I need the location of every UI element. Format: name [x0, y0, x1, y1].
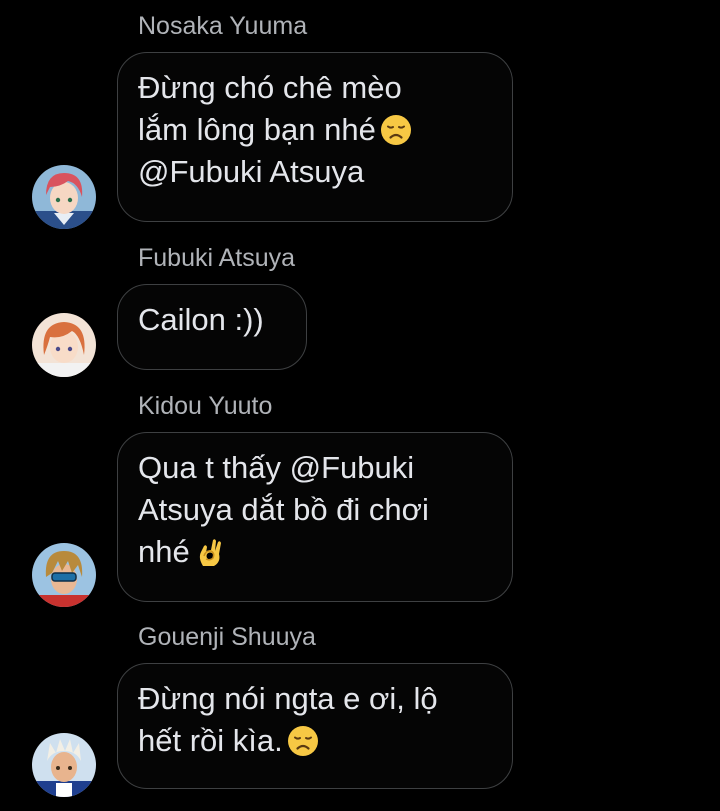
message-line: hết rồi kìa. — [138, 723, 283, 758]
message-line: Cailon :)) — [138, 302, 264, 337]
anime-white-hair-avatar-icon[interactable] — [32, 733, 96, 797]
message-line: Đừng nói ngta e ơi, lộ — [138, 681, 438, 716]
disappointed-face-emoji — [287, 725, 319, 757]
sender-name: Kidou Yuuto — [138, 392, 273, 420]
sender-name: Nosaka Yuuma — [138, 12, 308, 40]
disappointed-face-emoji — [380, 114, 412, 146]
message-bubble[interactable]: Cailon :)) — [117, 284, 307, 370]
chat-thread: Nosaka Yuuma Đừng chó chê mèo lắm lông b… — [0, 0, 720, 811]
message-line: nhé — [138, 534, 190, 569]
message-bubble[interactable]: Qua t thấy @Fubuki Atsuya dắt bồ đi chơi… — [117, 432, 513, 602]
anime-goggles-dreadlocks-avatar-icon[interactable] — [32, 543, 96, 607]
sender-name: Gouenji Shuuya — [138, 623, 316, 651]
message-line: Đừng chó chê mèo — [138, 70, 402, 105]
message-line: lắm lông bạn nhé — [138, 112, 376, 147]
message-line: @Fubuki Atsuya — [138, 154, 365, 189]
message-line: Qua t thấy @Fubuki — [138, 450, 415, 485]
anime-pink-hair-avatar-icon[interactable] — [32, 165, 96, 229]
message-bubble[interactable]: Đừng nói ngta e ơi, lộ hết rồi kìa. — [117, 663, 513, 789]
ok-hand-emoji — [194, 536, 226, 568]
sender-name: Fubuki Atsuya — [138, 244, 296, 272]
anime-orange-hair-avatar-icon[interactable] — [32, 313, 96, 377]
message-line: Atsuya dắt bồ đi chơi — [138, 492, 429, 527]
message-bubble[interactable]: Đừng chó chê mèo lắm lông bạn nhé @Fubuk… — [117, 52, 513, 222]
